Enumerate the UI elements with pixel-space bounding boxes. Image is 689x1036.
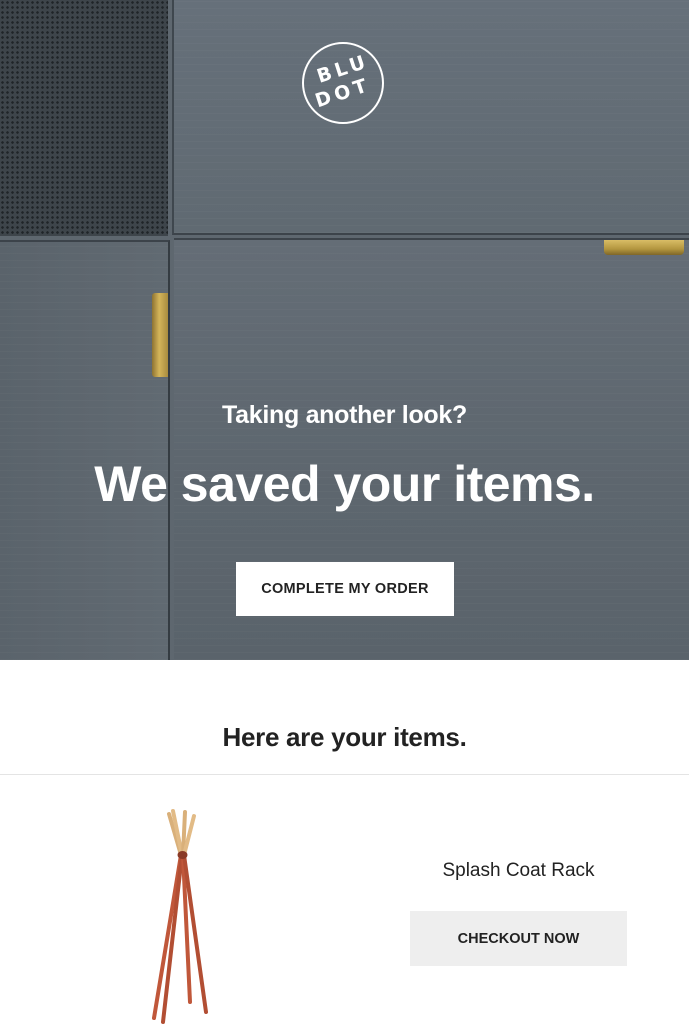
divider xyxy=(0,774,689,775)
cabinet-door-top xyxy=(172,0,689,235)
checkout-now-button[interactable]: CHECKOUT NOW xyxy=(410,911,627,966)
product-name[interactable]: Splash Coat Rack xyxy=(410,860,627,882)
brass-handle-vertical xyxy=(152,293,168,377)
items-heading: Here are your items. xyxy=(222,722,467,752)
hero-subhead: Taking another look? xyxy=(222,401,467,429)
coat-rack-icon[interactable] xyxy=(60,790,300,1030)
hero-headline: We saved your items. xyxy=(94,456,595,512)
hero-banner[interactable]: BLU DOT Taking another look? We saved yo… xyxy=(0,0,689,660)
mesh-panel xyxy=(0,0,168,236)
brass-handle-horizontal xyxy=(604,240,684,255)
blu-dot-logo[interactable]: BLU DOT xyxy=(302,42,384,124)
complete-order-button[interactable]: COMPLETE MY ORDER xyxy=(236,562,454,616)
cabinet-door-left xyxy=(0,240,170,660)
